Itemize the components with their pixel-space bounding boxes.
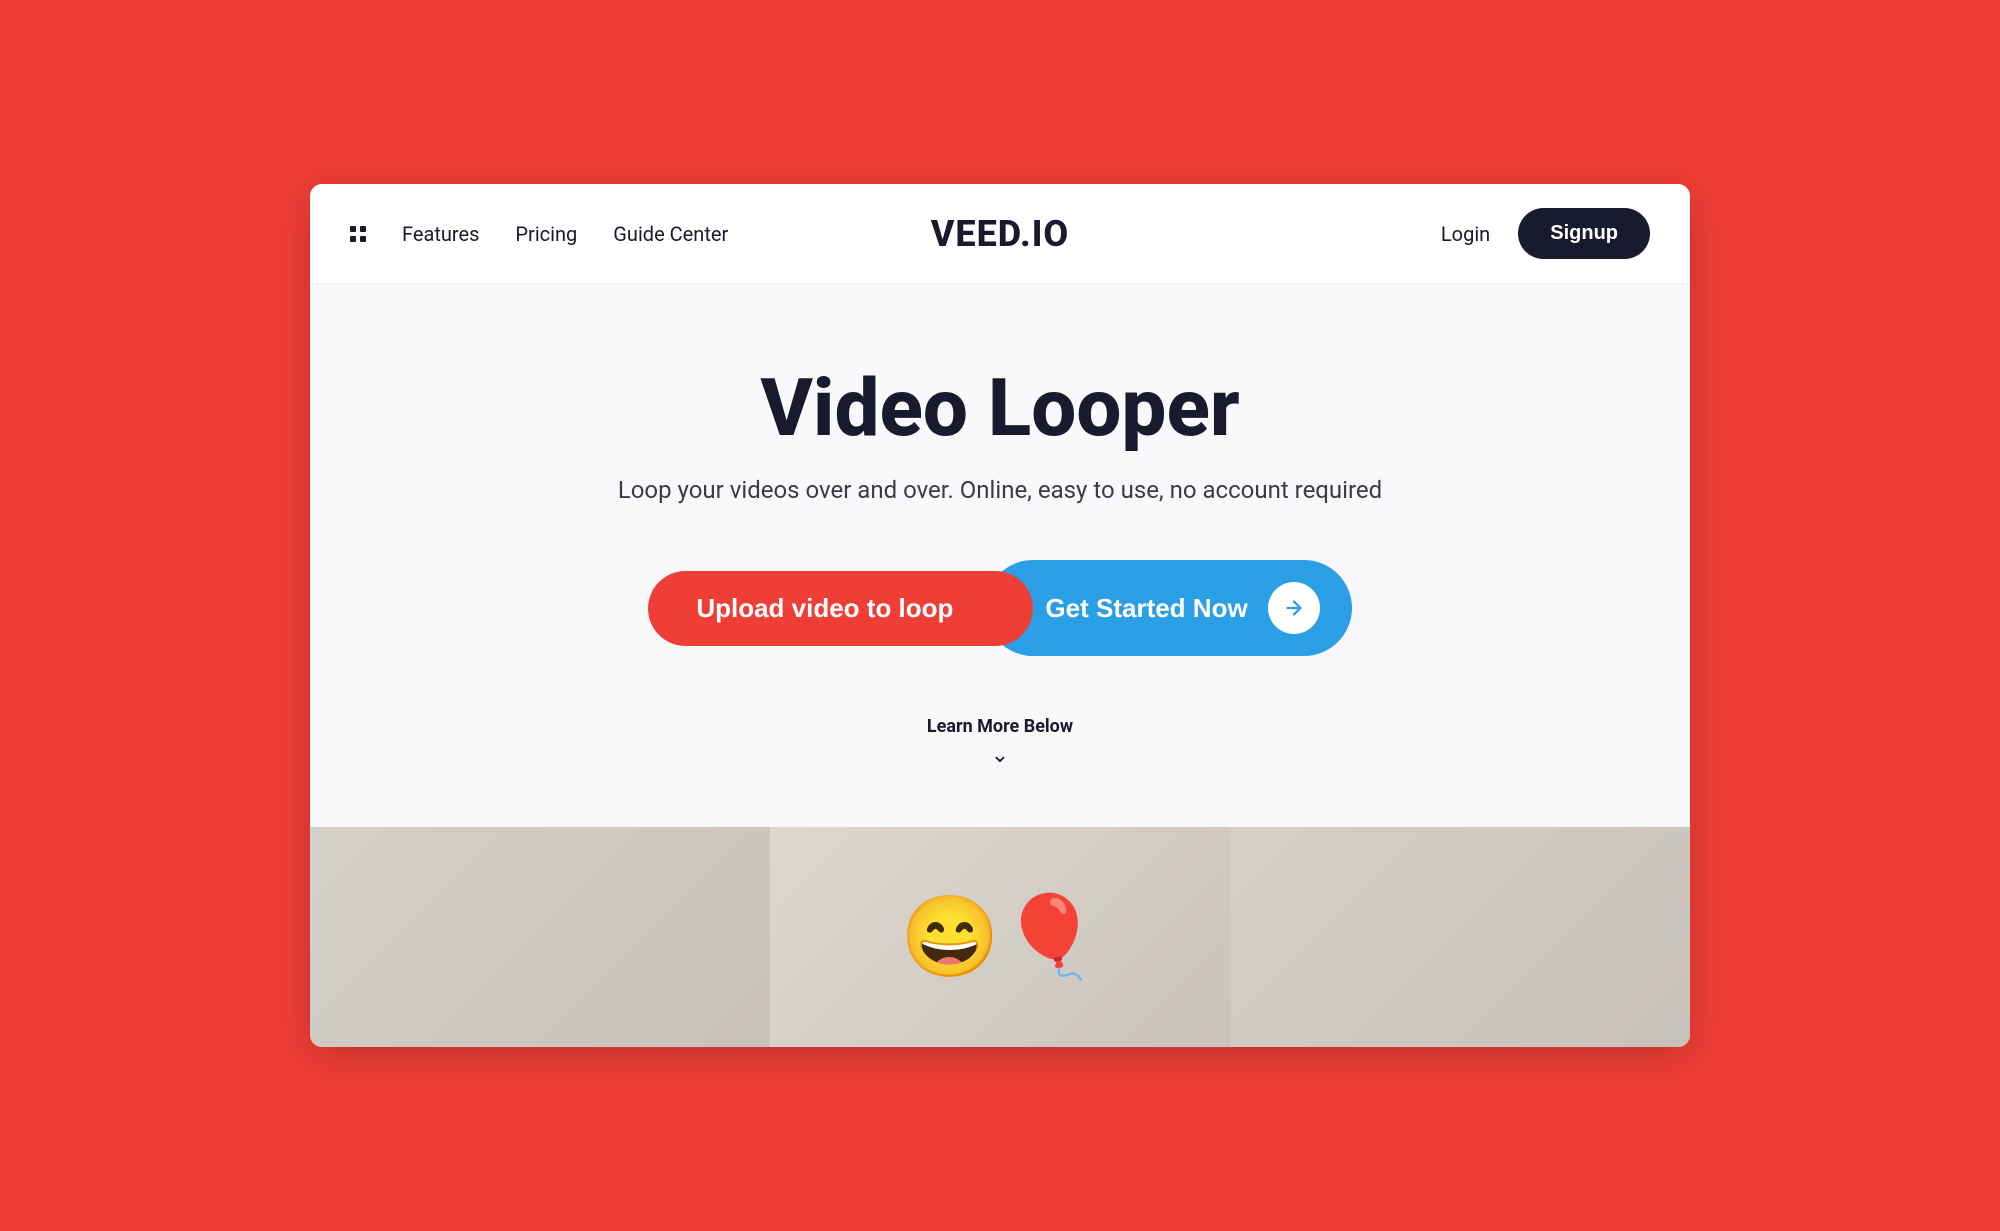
features-grid-icon[interactable] <box>350 226 366 242</box>
nav-right: Login Signup <box>1441 208 1650 259</box>
features-link[interactable]: Features <box>402 222 479 246</box>
get-started-button[interactable]: Get Started Now <box>985 560 1351 656</box>
pricing-link[interactable]: Pricing <box>515 222 577 246</box>
preview-card-center: 😄🎈 <box>770 827 1230 1047</box>
guide-center-link[interactable]: Guide Center <box>613 222 728 246</box>
get-started-label: Get Started Now <box>1045 593 1247 624</box>
upload-video-button[interactable]: Upload video to loop <box>648 571 1033 646</box>
site-logo[interactable]: VEED.IO <box>931 213 1070 255</box>
learn-more-text: Learn More Below <box>927 716 1073 737</box>
hero-section: Video Looper Loop your videos over and o… <box>310 284 1690 827</box>
arrow-icon-circle <box>1268 582 1320 634</box>
preview-image-center: 😄🎈 <box>770 827 1230 1047</box>
preview-card-left <box>310 827 770 1047</box>
preview-image-right <box>1230 827 1690 1047</box>
emoji-balloon-icon: 😄🎈 <box>900 890 1099 984</box>
preview-card-right <box>1230 827 1690 1047</box>
video-previews: 😄🎈 <box>310 827 1690 1047</box>
login-link[interactable]: Login <box>1441 222 1490 246</box>
browser-window: Features Pricing Guide Center VEED.IO Lo… <box>310 184 1690 1047</box>
page-title: Video Looper <box>760 364 1239 452</box>
preview-image-left <box>310 827 770 1047</box>
logo-container: VEED.IO <box>931 213 1070 255</box>
learn-more-section: Learn More Below ⌄ <box>927 716 1073 767</box>
chevron-down-icon[interactable]: ⌄ <box>991 745 1009 767</box>
signup-button[interactable]: Signup <box>1518 208 1650 259</box>
cta-container: Upload video to loop Get Started Now <box>648 560 1351 656</box>
nav-left: Features Pricing Guide Center <box>350 222 728 246</box>
arrow-right-icon <box>1283 597 1305 619</box>
hero-subtitle: Loop your videos over and over. Online, … <box>618 476 1382 504</box>
navbar: Features Pricing Guide Center VEED.IO Lo… <box>310 184 1690 284</box>
